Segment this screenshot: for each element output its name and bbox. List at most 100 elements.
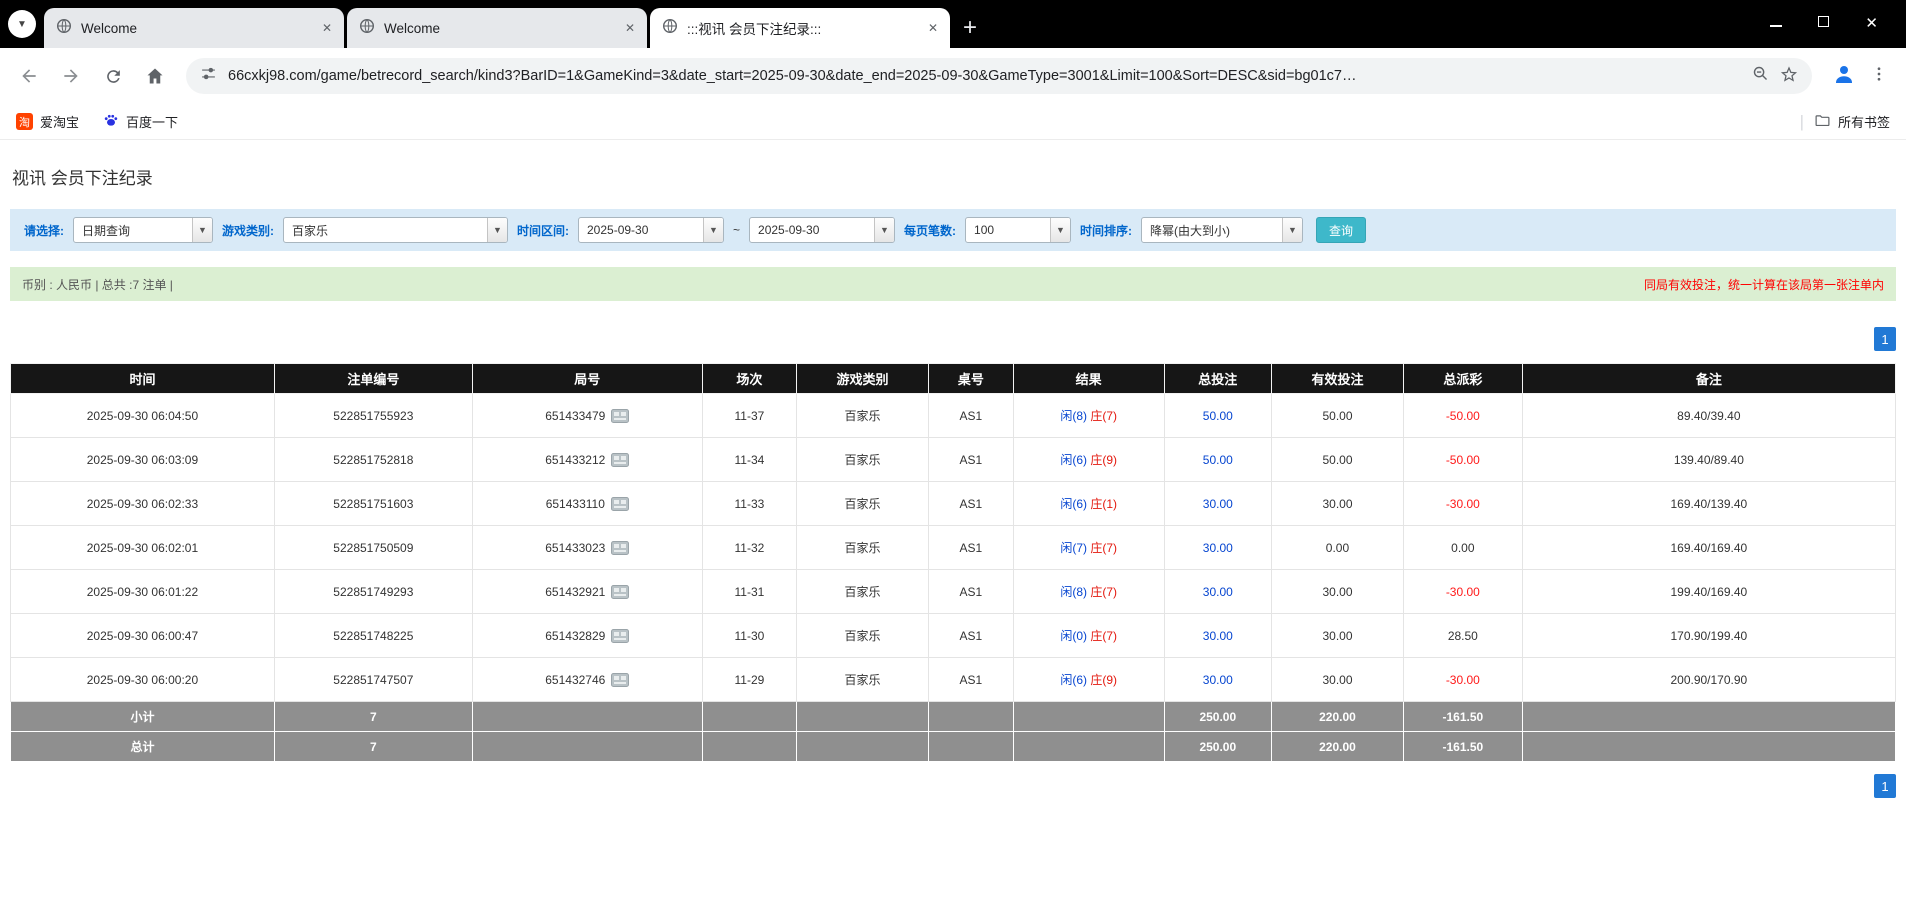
round-replay-icon[interactable] xyxy=(611,453,629,467)
chevron-down-icon[interactable]: ▼ xyxy=(487,218,507,242)
cell-payout: 0.00 xyxy=(1403,526,1522,570)
minimize-button[interactable] xyxy=(1770,14,1782,32)
bookmarks-bar: 淘 爱淘宝 百度一下 | 所有书签 xyxy=(0,104,1906,140)
cell-valid-bet: 50.00 xyxy=(1272,394,1404,438)
bookmark-baidu[interactable]: 百度一下 xyxy=(103,112,178,131)
chevron-down-icon[interactable]: ▼ xyxy=(874,218,894,242)
address-bar[interactable]: 66cxkj98.com/game/betrecord_search/kind3… xyxy=(186,58,1812,94)
cell-session: 11-33 xyxy=(702,482,796,526)
round-replay-icon[interactable] xyxy=(611,585,629,599)
round-number: 651433110 xyxy=(546,497,605,511)
maximize-button[interactable] xyxy=(1818,14,1829,32)
close-tab-icon[interactable]: ✕ xyxy=(621,19,639,37)
cell-round: 651432746 xyxy=(472,658,702,702)
close-tab-icon[interactable]: ✕ xyxy=(318,19,336,37)
site-info-icon[interactable] xyxy=(200,65,217,87)
forward-button[interactable] xyxy=(52,57,90,95)
empty-cell xyxy=(928,732,1013,762)
page-1-button[interactable]: 1 xyxy=(1874,774,1896,798)
bookmarks-right: | 所有书签 xyxy=(1800,112,1890,132)
round-number: 651433479 xyxy=(545,409,605,423)
tab-bet-records-active[interactable]: :::视讯 会员下注纪录::: ✕ xyxy=(650,8,950,48)
zoom-icon[interactable] xyxy=(1752,65,1769,87)
round-replay-icon[interactable] xyxy=(611,541,629,555)
page-title: 视讯 会员下注纪录 xyxy=(12,164,1896,189)
cell-time: 2025-09-30 06:02:01 xyxy=(11,526,275,570)
round-replay-icon[interactable] xyxy=(611,409,629,423)
col-header-bet-id: 注单编号 xyxy=(274,364,472,394)
cell-valid-bet: 30.00 xyxy=(1272,614,1404,658)
cell-note: 199.40/169.40 xyxy=(1522,570,1895,614)
page-1-button[interactable]: 1 xyxy=(1874,327,1896,351)
grand-total-total-bet: 250.00 xyxy=(1164,732,1271,762)
new-tab-button[interactable]: + xyxy=(953,8,987,48)
date-start-dropdown[interactable]: 2025-09-30 ▼ xyxy=(578,217,724,243)
cell-total-bet[interactable]: 30.00 xyxy=(1164,526,1271,570)
cell-round: 651433212 xyxy=(472,438,702,482)
profile-avatar[interactable] xyxy=(1832,62,1856,91)
cell-session: 11-30 xyxy=(702,614,796,658)
chevron-down-icon[interactable]: ▼ xyxy=(1050,218,1070,242)
empty-cell xyxy=(928,702,1013,732)
cell-total-bet[interactable]: 30.00 xyxy=(1164,614,1271,658)
per-page-dropdown[interactable]: 100 ▼ xyxy=(965,217,1071,243)
search-button[interactable]: 查询 xyxy=(1316,217,1366,243)
bookmark-star-icon[interactable] xyxy=(1780,65,1798,88)
round-replay-icon[interactable] xyxy=(611,673,629,687)
cell-note: 139.40/89.40 xyxy=(1522,438,1895,482)
bookmark-label: 百度一下 xyxy=(126,112,178,131)
cell-bet-id: 522851747507 xyxy=(274,658,472,702)
summary-info-bar: 币别 : 人民币 | 总共 :7 注单 | 同局有效投注，统一计算在该局第一张注… xyxy=(10,267,1896,301)
col-header-payout: 总派彩 xyxy=(1403,364,1522,394)
round-number: 651432746 xyxy=(545,673,605,687)
url-text[interactable]: 66cxkj98.com/game/betrecord_search/kind3… xyxy=(228,68,1741,84)
all-bookmarks-button[interactable]: 所有书签 xyxy=(1814,112,1890,132)
close-window-button[interactable]: ✕ xyxy=(1865,16,1878,31)
cell-total-bet[interactable]: 30.00 xyxy=(1164,658,1271,702)
cell-time: 2025-09-30 06:00:20 xyxy=(11,658,275,702)
tab-welcome-2[interactable]: Welcome ✕ xyxy=(347,8,647,48)
cell-total-bet[interactable]: 50.00 xyxy=(1164,394,1271,438)
tab-title: :::视讯 会员下注纪录::: xyxy=(687,18,915,38)
cell-round: 651433110 xyxy=(472,482,702,526)
cell-payout: -30.00 xyxy=(1403,570,1522,614)
tab-welcome-1[interactable]: Welcome ✕ xyxy=(44,8,344,48)
round-replay-icon[interactable] xyxy=(611,629,629,643)
cell-total-bet[interactable]: 30.00 xyxy=(1164,482,1271,526)
cell-table-no: AS1 xyxy=(928,482,1013,526)
back-button[interactable] xyxy=(10,57,48,95)
home-button[interactable] xyxy=(136,57,174,95)
close-tab-icon[interactable]: ✕ xyxy=(924,19,942,37)
cell-time: 2025-09-30 06:00:47 xyxy=(11,614,275,658)
chevron-down-icon[interactable]: ▼ xyxy=(192,218,212,242)
sort-order-dropdown[interactable]: 降幂(由大到小) ▼ xyxy=(1141,217,1303,243)
cell-round: 651432829 xyxy=(472,614,702,658)
result-banker: 庄(9) xyxy=(1090,673,1117,687)
menu-dots-icon[interactable] xyxy=(1870,65,1888,88)
currency-total-text: 币别 : 人民币 | 总共 :7 注单 | xyxy=(22,276,173,293)
bookmark-taobao[interactable]: 淘 爱淘宝 xyxy=(16,112,79,131)
date-start-value: 2025-09-30 xyxy=(579,223,703,237)
chevron-down-icon[interactable]: ▼ xyxy=(703,218,723,242)
cell-total-bet[interactable]: 50.00 xyxy=(1164,438,1271,482)
cell-result: 闲(8) 庄(7) xyxy=(1013,570,1164,614)
cell-result: 闲(6) 庄(1) xyxy=(1013,482,1164,526)
cell-valid-bet: 50.00 xyxy=(1272,438,1404,482)
cell-game-type: 百家乐 xyxy=(797,658,929,702)
reload-button[interactable] xyxy=(94,57,132,95)
round-replay-icon[interactable] xyxy=(611,497,629,511)
cell-total-bet[interactable]: 30.00 xyxy=(1164,570,1271,614)
game-type-dropdown[interactable]: 百家乐 ▼ xyxy=(283,217,508,243)
cell-note: 200.90/170.90 xyxy=(1522,658,1895,702)
folder-icon xyxy=(1814,112,1831,132)
cell-note: 170.90/199.40 xyxy=(1522,614,1895,658)
tab-search-button[interactable]: ▼ xyxy=(8,10,36,38)
pagination-bottom: 1 xyxy=(10,774,1896,798)
chevron-down-icon[interactable]: ▼ xyxy=(1282,218,1302,242)
query-type-dropdown[interactable]: 日期查询 ▼ xyxy=(73,217,213,243)
col-header-time: 时间 xyxy=(11,364,275,394)
result-banker: 庄(1) xyxy=(1090,497,1117,511)
date-end-dropdown[interactable]: 2025-09-30 ▼ xyxy=(749,217,895,243)
cell-round: 651432921 xyxy=(472,570,702,614)
cell-session: 11-31 xyxy=(702,570,796,614)
